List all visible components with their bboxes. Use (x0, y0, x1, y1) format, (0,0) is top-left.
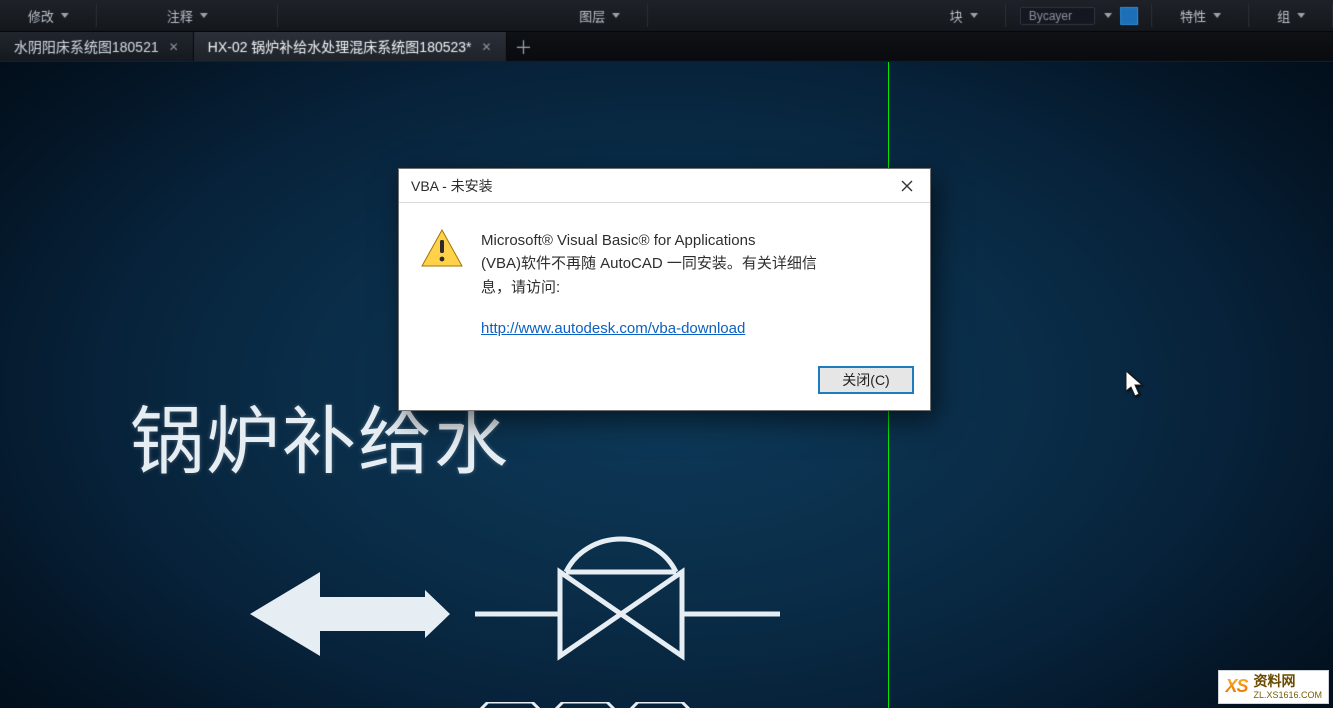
chevron-down-icon (1297, 13, 1305, 18)
ribbon-layer-combo-wrapper: Bycayer (1006, 0, 1153, 31)
dialog-message-line: 息，请访问: (481, 276, 910, 299)
close-icon (901, 180, 913, 192)
watermark-logo: XS (1225, 676, 1249, 697)
ribbon-group-label: 特性 (1180, 6, 1206, 25)
watermark-url: ZL.XS1616.COM (1253, 690, 1322, 700)
vba-download-link[interactable]: http://www.autodesk.com/vba-download (481, 317, 745, 340)
ribbon-group-label: 组 (1277, 6, 1290, 25)
dialog-close-button[interactable] (884, 169, 930, 202)
vba-not-installed-dialog: VBA - 未安装 Microsoft® Visual Basic® for A… (398, 168, 931, 411)
plus-icon: ＋ (515, 33, 533, 59)
document-tab[interactable]: 水阴阳床系统图180521 ✕ (0, 32, 194, 61)
new-tab-button[interactable]: ＋ (507, 32, 541, 61)
ribbon-group-blocks[interactable]: 块 (922, 0, 1006, 31)
drawing-scale-digits: 080 (480, 702, 690, 708)
watermark: XS 资料网 ZL.XS1616.COM (1218, 670, 1329, 704)
ribbon-group-group[interactable]: 组 (1249, 0, 1333, 31)
layer-color-button[interactable] (1120, 6, 1138, 24)
warning-icon (421, 229, 463, 267)
chevron-down-icon (970, 13, 978, 18)
ribbon-group-label: 修改 (28, 6, 54, 25)
layer-select[interactable]: Bycayer (1020, 6, 1096, 24)
ribbon-group-modify[interactable]: 修改 (0, 0, 97, 31)
document-tab-label: 水阴阳床系统图180521 (14, 36, 159, 56)
ribbon-group-label: 块 (950, 6, 963, 25)
close-icon[interactable]: ✕ (481, 39, 491, 53)
ribbon-bar: 修改 注释 图层 块 Bycayer 特性 组 (0, 0, 1333, 32)
dialog-titlebar[interactable]: VBA - 未安装 (399, 169, 930, 203)
chevron-down-icon (1104, 13, 1112, 18)
chevron-down-icon (61, 13, 69, 18)
ribbon-group-layers[interactable]: 图层 (551, 0, 648, 31)
dialog-message-line: Microsoft® Visual Basic® for Application… (481, 229, 910, 252)
watermark-name: 资料网 (1253, 673, 1295, 689)
dialog-message: Microsoft® Visual Basic® for Application… (481, 229, 910, 340)
chevron-down-icon (1213, 13, 1221, 18)
document-tab-bar: 水阴阳床系统图180521 ✕ HX-02 锅炉补给水处理混床系统图180523… (0, 32, 1333, 62)
valve-symbol (560, 539, 682, 656)
document-tab-label: HX-02 锅炉补给水处理混床系统图180523* (208, 36, 472, 56)
close-button[interactable]: 关闭(C) (818, 366, 914, 394)
ribbon-group-annotate[interactable]: 注释 (97, 0, 278, 31)
ribbon-group-label: 图层 (579, 6, 605, 25)
ribbon-group-label: 注释 (167, 6, 193, 25)
chevron-down-icon (200, 13, 208, 18)
dialog-message-line: (VBA)软件不再随 AutoCAD 一同安装。有关详细信 (481, 252, 910, 275)
arrow-left-icon (250, 572, 450, 656)
close-icon[interactable]: ✕ (169, 39, 179, 53)
drawing-symbols (250, 542, 810, 708)
document-tab[interactable]: HX-02 锅炉补给水处理混床系统图180523* ✕ (194, 32, 507, 61)
ribbon-group-props[interactable]: 特性 (1152, 0, 1249, 31)
dialog-title: VBA - 未安装 (411, 176, 884, 196)
chevron-down-icon (612, 13, 620, 18)
